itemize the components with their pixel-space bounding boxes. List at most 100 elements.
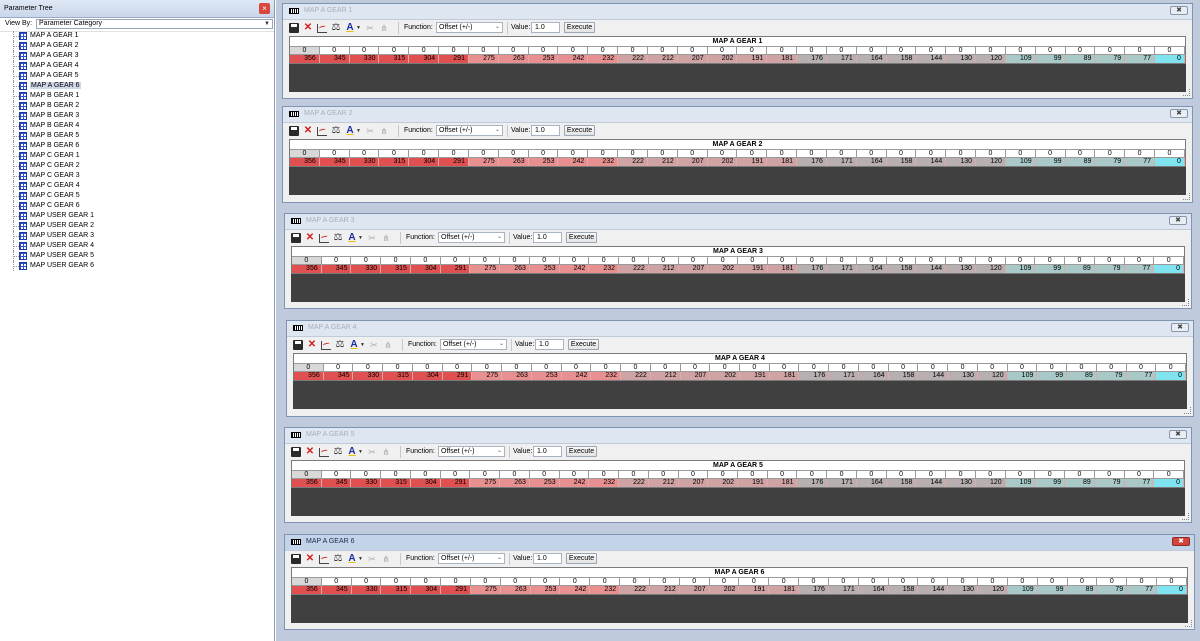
value-cell[interactable]: 89 bbox=[1065, 55, 1096, 63]
resize-grip-icon[interactable] bbox=[1182, 513, 1189, 520]
column-header-cell[interactable]: 0 bbox=[677, 47, 708, 55]
column-header-cell[interactable]: 0 bbox=[590, 578, 621, 586]
value-cell[interactable]: 120 bbox=[977, 372, 1008, 380]
value-cell[interactable]: 253 bbox=[529, 479, 560, 487]
function-select[interactable]: Offset (+/-) ⌄ bbox=[440, 339, 507, 350]
value-cell[interactable]: 99 bbox=[1035, 158, 1066, 166]
value-cell[interactable]: 130 bbox=[946, 265, 976, 273]
column-header-cell[interactable]: 0 bbox=[1005, 47, 1036, 55]
save-icon[interactable] bbox=[293, 340, 303, 350]
tree-item[interactable]: MAP C GEAR 2 bbox=[0, 161, 260, 171]
column-header-cell[interactable]: 0 bbox=[381, 257, 411, 265]
column-header-cell[interactable]: 0 bbox=[918, 364, 949, 372]
column-header-cell[interactable]: 0 bbox=[737, 47, 768, 55]
value-cell[interactable]: 253 bbox=[530, 586, 561, 594]
view-by-select[interactable]: Parameter Category ▼ bbox=[36, 19, 273, 29]
value-cell[interactable]: 263 bbox=[502, 372, 532, 380]
value-cell[interactable]: 263 bbox=[500, 265, 530, 273]
tree-item[interactable]: MAP C GEAR 3 bbox=[0, 171, 260, 181]
column-header-cell[interactable]: 0 bbox=[797, 257, 828, 265]
value-cell[interactable]: 144 bbox=[916, 265, 947, 273]
value-cell[interactable]: 253 bbox=[528, 55, 559, 63]
column-header-cell[interactable]: 0 bbox=[1156, 364, 1187, 372]
value-cell[interactable]: 79 bbox=[1097, 586, 1128, 594]
column-header-cell[interactable]: 0 bbox=[1065, 47, 1096, 55]
column-header-cell[interactable]: 0 bbox=[1005, 150, 1036, 158]
tree-item[interactable]: MAP USER GEAR 5 bbox=[0, 251, 260, 261]
column-header-cell[interactable]: 0 bbox=[1127, 578, 1158, 586]
column-header-cell[interactable]: 0 bbox=[319, 150, 350, 158]
value-cell[interactable]: 191 bbox=[737, 55, 768, 63]
value-cell[interactable]: 291 bbox=[441, 586, 471, 594]
value-cell[interactable]: 77 bbox=[1126, 372, 1157, 380]
column-header-cell[interactable]: 0 bbox=[1065, 150, 1096, 158]
value-input[interactable]: 1.0 bbox=[533, 446, 562, 457]
column-header-cell[interactable]: 0 bbox=[769, 364, 800, 372]
tree-item[interactable]: MAP C GEAR 1 bbox=[0, 151, 260, 161]
column-header-cell[interactable]: 0 bbox=[1125, 47, 1156, 55]
value-input[interactable]: 1.0 bbox=[533, 232, 562, 243]
column-header-cell[interactable]: 0 bbox=[1037, 364, 1068, 372]
value-cell[interactable]: 345 bbox=[321, 479, 352, 487]
column-header-cell[interactable]: 0 bbox=[321, 471, 352, 479]
value-cell[interactable]: 315 bbox=[383, 372, 413, 380]
column-header-cell[interactable]: 0 bbox=[916, 150, 947, 158]
column-header-cell[interactable]: 0 bbox=[439, 150, 469, 158]
scale-icon[interactable]: ⚖ bbox=[331, 126, 341, 136]
column-header-cell[interactable]: 0 bbox=[976, 150, 1006, 158]
value-cell[interactable]: 330 bbox=[349, 158, 380, 166]
graph-icon[interactable] bbox=[317, 127, 327, 136]
column-header-cell[interactable]: 0 bbox=[1067, 364, 1097, 372]
column-header-cell[interactable]: 0 bbox=[797, 150, 827, 158]
value-cell[interactable]: 330 bbox=[349, 55, 380, 63]
value-cell[interactable]: 202 bbox=[708, 265, 739, 273]
value-cell[interactable]: 130 bbox=[948, 586, 979, 594]
value-cell[interactable]: 356 bbox=[290, 158, 320, 166]
column-header-cell[interactable]: 0 bbox=[946, 150, 977, 158]
column-header-cell[interactable]: 0 bbox=[975, 471, 1006, 479]
tree-item[interactable]: MAP A GEAR 2 bbox=[0, 41, 260, 51]
value-cell[interactable]: 0 bbox=[1156, 372, 1187, 380]
value-cell[interactable]: 330 bbox=[353, 372, 384, 380]
column-header-cell[interactable]: 0 bbox=[500, 257, 530, 265]
value-cell[interactable]: 304 bbox=[412, 372, 443, 380]
value-cell[interactable]: 0 bbox=[1157, 586, 1187, 594]
column-header-cell[interactable]: 0 bbox=[826, 150, 857, 158]
value-cell[interactable]: 144 bbox=[916, 158, 947, 166]
save-icon[interactable] bbox=[291, 233, 301, 243]
value-cell[interactable]: 158 bbox=[886, 265, 917, 273]
value-cell[interactable]: 222 bbox=[618, 55, 648, 63]
column-header-cell[interactable]: 0 bbox=[558, 47, 589, 55]
column-header-cell[interactable]: 0 bbox=[379, 150, 410, 158]
value-cell[interactable]: 330 bbox=[351, 586, 382, 594]
column-header-cell[interactable]: 0 bbox=[648, 471, 679, 479]
column-header-cell[interactable]: 0 bbox=[500, 471, 530, 479]
column-header-cell[interactable]: 0 bbox=[1155, 47, 1185, 55]
value-input[interactable]: 1.0 bbox=[531, 22, 560, 33]
value-cell[interactable]: 0 bbox=[1154, 265, 1185, 273]
column-header-cell[interactable]: 0 bbox=[647, 150, 678, 158]
execute-button[interactable]: Execute bbox=[564, 22, 595, 33]
value-cell[interactable]: 222 bbox=[620, 586, 650, 594]
value-cell[interactable]: 0 bbox=[1155, 55, 1185, 63]
value-cell[interactable]: 89 bbox=[1067, 586, 1098, 594]
save-icon[interactable] bbox=[289, 23, 299, 33]
value-cell[interactable]: 212 bbox=[649, 586, 680, 594]
value-cell[interactable]: 77 bbox=[1124, 479, 1155, 487]
value-cell[interactable]: 120 bbox=[978, 586, 1008, 594]
graph-icon[interactable] bbox=[321, 341, 331, 350]
value-cell[interactable]: 232 bbox=[589, 265, 620, 273]
value-cell[interactable]: 99 bbox=[1037, 372, 1068, 380]
column-header-cell[interactable]: 0 bbox=[678, 257, 709, 265]
column-header-cell[interactable]: 0 bbox=[589, 257, 620, 265]
column-header-cell[interactable]: 0 bbox=[829, 364, 859, 372]
row-header-cell[interactable]: 0 bbox=[290, 150, 320, 158]
column-header-cell[interactable]: 0 bbox=[409, 47, 440, 55]
value-cell[interactable]: 222 bbox=[621, 372, 651, 380]
column-header-cell[interactable]: 0 bbox=[530, 578, 561, 586]
value-cell[interactable]: 304 bbox=[410, 479, 441, 487]
column-header-cell[interactable]: 0 bbox=[410, 257, 441, 265]
column-header-cell[interactable]: 0 bbox=[502, 364, 532, 372]
value-cell[interactable]: 242 bbox=[558, 55, 589, 63]
tree-item[interactable]: MAP B GEAR 4 bbox=[0, 121, 260, 131]
